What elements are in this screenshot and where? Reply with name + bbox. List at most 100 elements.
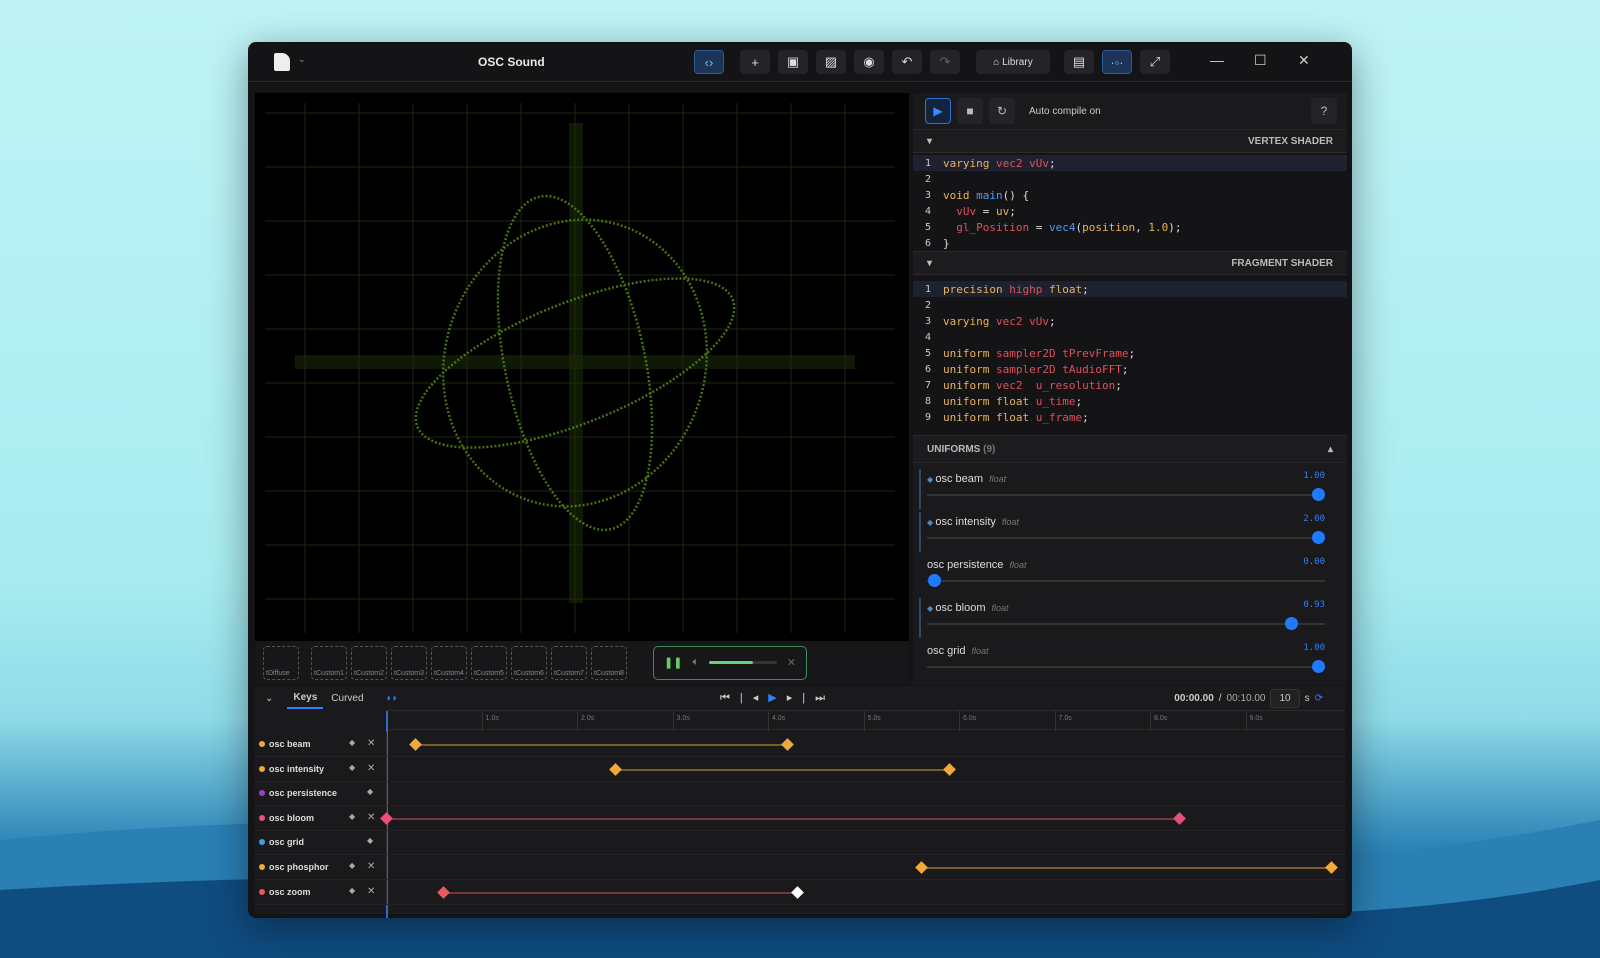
- tab-keys[interactable]: Keys: [287, 688, 323, 709]
- keyframe-segment[interactable]: [615, 769, 949, 771]
- slider-thumb[interactable]: [1285, 617, 1298, 630]
- vertex-code-editor[interactable]: 1varying vec2 vUv;23void main() {4 vUv =…: [913, 153, 1347, 251]
- slider-thumb[interactable]: [928, 574, 941, 587]
- collapse-icon[interactable]: ▾: [927, 258, 932, 269]
- delete-track-icon[interactable]: ✕: [367, 763, 375, 774]
- library-icon: ⌂: [993, 57, 1002, 68]
- keyframe-marker[interactable]: [781, 738, 794, 751]
- add-keyframe-icon[interactable]: ◆: [349, 812, 355, 821]
- maximize-icon[interactable]: ☐: [1254, 52, 1267, 69]
- volume-icon[interactable]: 🔈︎: [692, 656, 699, 669]
- keyframe-segment[interactable]: [921, 867, 1332, 869]
- keyframe-marker[interactable]: [791, 886, 804, 899]
- keyframe-marker[interactable]: [944, 763, 957, 776]
- code-token: ;: [1082, 283, 1089, 296]
- uniform-value[interactable]: 0.00: [1303, 557, 1325, 567]
- code-toggle-button[interactable]: ‹›: [694, 50, 724, 74]
- line-number: 3: [913, 190, 943, 201]
- texture-slot[interactable]: tCustom7: [551, 646, 587, 680]
- keyframe-marker[interactable]: [380, 812, 393, 825]
- keyframe-marker[interactable]: [915, 861, 928, 874]
- collapse-timeline-icon[interactable]: ⌄: [265, 693, 273, 704]
- delete-track-icon[interactable]: ✕: [367, 886, 375, 897]
- link-icon[interactable]: ◖◗: [386, 693, 398, 704]
- timeline-toggle-icon[interactable]: ·◦·: [1102, 50, 1132, 74]
- texture-slot[interactable]: tCustom3: [391, 646, 427, 680]
- app-logo-icon[interactable]: [274, 53, 290, 71]
- stop-button[interactable]: ■: [957, 98, 983, 124]
- uniform-value[interactable]: 2.00: [1303, 514, 1325, 524]
- add-keyframe-icon[interactable]: ◆: [349, 738, 355, 747]
- add-keyframe-icon[interactable]: ◆: [349, 861, 355, 870]
- add-keyframe-icon[interactable]: ◆: [367, 836, 373, 845]
- code-token: uniform: [943, 379, 996, 392]
- texture-slot[interactable]: tCustom1: [311, 646, 347, 680]
- keyframe-marker[interactable]: [1326, 861, 1339, 874]
- delete-track-icon[interactable]: ✕: [367, 738, 375, 749]
- slider-thumb[interactable]: [1312, 531, 1325, 544]
- compile-play-button[interactable]: ▶: [925, 98, 951, 124]
- step-forward-icon[interactable]: ▸|: [787, 692, 815, 704]
- texture-slot[interactable]: tDiffuse: [263, 646, 299, 680]
- add-keyframe-icon[interactable]: ◆: [349, 763, 355, 772]
- reset-icon[interactable]: ↻: [989, 98, 1015, 124]
- uniform-value[interactable]: 1.00: [1303, 471, 1325, 481]
- collapse-up-icon[interactable]: ▴: [1328, 444, 1333, 455]
- uniform-value[interactable]: 1.00: [1303, 643, 1325, 653]
- undo-icon[interactable]: ↶: [892, 50, 922, 74]
- fragment-code-editor[interactable]: 1precision highp float;23varying vec2 vU…: [913, 275, 1347, 435]
- loop-icon[interactable]: ⟳: [1315, 693, 1323, 704]
- uniform-slider[interactable]: [927, 666, 1325, 668]
- close-icon[interactable]: ✕: [1298, 52, 1310, 69]
- delete-track-icon[interactable]: ✕: [367, 861, 375, 872]
- uniform-slider[interactable]: [927, 580, 1325, 582]
- keyframe-segment[interactable]: [386, 818, 1179, 820]
- texture-slot[interactable]: tCustom6: [511, 646, 547, 680]
- uniform-slider[interactable]: [927, 494, 1325, 496]
- help-icon[interactable]: ?: [1311, 98, 1337, 124]
- shader-preview-canvas[interactable]: [255, 93, 909, 641]
- vertex-shader-header[interactable]: ▾VERTEX SHADER: [913, 129, 1347, 153]
- keyframe-marker[interactable]: [609, 763, 622, 776]
- chevron-down-icon[interactable]: ⌄: [298, 54, 306, 65]
- record-icon[interactable]: ◉: [854, 50, 884, 74]
- uniform-slider[interactable]: [927, 537, 1325, 539]
- keyframe-segment[interactable]: [443, 892, 796, 894]
- add-keyframe-icon[interactable]: ◆: [367, 787, 373, 796]
- play-icon[interactable]: ▶: [768, 692, 786, 704]
- minimize-icon[interactable]: —: [1210, 52, 1224, 68]
- skip-start-icon[interactable]: ⏮︎: [720, 692, 740, 704]
- collapse-icon[interactable]: ▾: [927, 136, 932, 147]
- texture-slot[interactable]: tCustom2: [351, 646, 387, 680]
- texture-slot[interactable]: tCustom4: [431, 646, 467, 680]
- duration-input[interactable]: 10: [1270, 689, 1299, 708]
- uniform-slider[interactable]: [927, 623, 1325, 625]
- step-back-icon[interactable]: |◂: [740, 692, 768, 704]
- keyframe-marker[interactable]: [437, 886, 450, 899]
- slider-thumb[interactable]: [1312, 488, 1325, 501]
- library-button[interactable]: ⌂ Library: [976, 50, 1050, 74]
- fragment-shader-header[interactable]: ▾FRAGMENT SHADER: [913, 251, 1347, 275]
- keyframe-marker[interactable]: [1173, 812, 1186, 825]
- skip-end-icon[interactable]: ⏭︎: [815, 692, 835, 704]
- tab-curved[interactable]: Curved: [331, 693, 363, 704]
- redo-icon[interactable]: ↷: [930, 50, 960, 74]
- volume-slider[interactable]: [709, 661, 777, 664]
- texture-slot[interactable]: tCustom8: [591, 646, 627, 680]
- keyframe-marker[interactable]: [409, 738, 422, 751]
- keyframe-segment[interactable]: [415, 744, 787, 746]
- add-keyframe-icon[interactable]: ◆: [349, 886, 355, 895]
- texture-slot[interactable]: tCustom5: [471, 646, 507, 680]
- delete-track-icon[interactable]: ✕: [367, 812, 375, 823]
- image-icon[interactable]: ▨: [816, 50, 846, 74]
- stats-icon[interactable]: ▤: [1064, 50, 1094, 74]
- uniforms-header[interactable]: UNIFORMS (9)▴: [913, 435, 1347, 463]
- slider-thumb[interactable]: [1312, 660, 1325, 673]
- fullscreen-icon[interactable]: ⤢: [1140, 50, 1170, 74]
- add-icon[interactable]: +: [740, 50, 770, 74]
- close-audio-icon[interactable]: ✕: [787, 656, 796, 669]
- pause-icon[interactable]: ❚❚: [664, 656, 682, 669]
- uniform-value[interactable]: 0.93: [1303, 600, 1325, 610]
- time-ruler[interactable]: 1.0s2.0s3.0s4.0s5.0s6.0s7.0s8.0s9.0s: [386, 710, 1345, 730]
- save-icon[interactable]: ▣: [778, 50, 808, 74]
